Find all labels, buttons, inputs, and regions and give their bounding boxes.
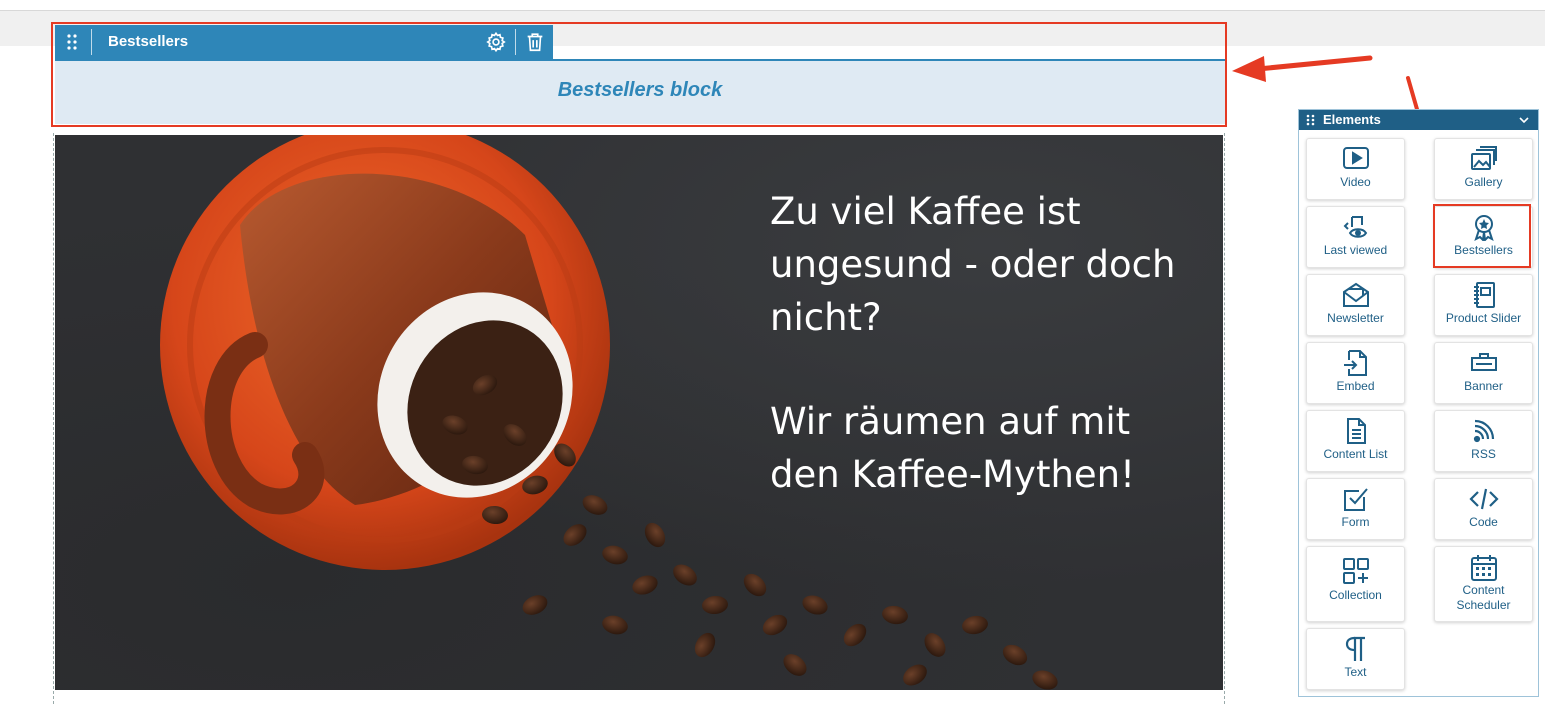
block-title: Bestsellers	[108, 33, 189, 50]
arrow-to-block-icon	[1232, 55, 1373, 82]
element-label: Embed	[1336, 379, 1375, 393]
rss-icon	[1473, 419, 1494, 443]
hero-image: Zu viel Kaffee ist ungesund - oder doch …	[55, 135, 1223, 690]
collection-icon	[1342, 558, 1369, 584]
element-text[interactable]: Text	[1306, 628, 1405, 690]
envelope-icon	[1342, 282, 1369, 307]
element-label: Banner	[1464, 379, 1503, 393]
element-label: Collection	[1329, 588, 1382, 602]
element-last-viewed[interactable]: Last viewed	[1306, 206, 1405, 268]
elements-panel-header[interactable]: Elements	[1299, 110, 1538, 130]
element-label: Product Slider	[1445, 311, 1522, 325]
last-viewed-icon	[1343, 216, 1367, 238]
paragraph-icon	[1345, 636, 1365, 661]
element-code[interactable]: Code	[1434, 478, 1533, 540]
block-label: Bestsellers block	[557, 79, 723, 101]
element-newsletter[interactable]: Newsletter	[1306, 274, 1405, 336]
chevron-down-icon[interactable]	[1518, 115, 1530, 125]
hero-line-2: Wir räumen auf mit den Kaffee-Mythen!	[770, 400, 1135, 496]
form-check-icon	[1343, 488, 1368, 511]
element-content-list[interactable]: Content List	[1306, 410, 1405, 472]
gear-icon[interactable]	[485, 31, 507, 53]
drag-handle-icon[interactable]	[1306, 114, 1316, 126]
element-label: Code	[1469, 515, 1498, 529]
element-label: Form	[1341, 515, 1370, 529]
element-form[interactable]: Form	[1306, 478, 1405, 540]
content-list-icon	[1346, 418, 1366, 444]
award-icon	[1473, 215, 1494, 241]
element-label: Last viewed	[1323, 243, 1388, 257]
banner-icon	[1470, 353, 1497, 371]
toolbar-divider	[91, 29, 92, 55]
element-label: Gallery	[1464, 175, 1503, 189]
element-banner[interactable]: Banner	[1434, 342, 1533, 404]
element-label: Video	[1340, 175, 1371, 189]
embed-file-icon	[1343, 350, 1367, 376]
elements-panel: Elements Video Gallery Last viewed Bests…	[1298, 109, 1539, 697]
block-toolbar: Bestsellers	[55, 25, 553, 59]
toolbar-divider	[515, 29, 516, 55]
elements-panel-title: Elements	[1323, 112, 1381, 127]
calendar-icon	[1470, 555, 1497, 581]
video-icon	[1342, 147, 1369, 169]
trash-icon[interactable]	[524, 31, 546, 53]
element-rss[interactable]: RSS	[1434, 410, 1533, 472]
element-label: Content Scheduler	[1456, 583, 1511, 612]
element-product-slider[interactable]: Product Slider	[1434, 274, 1533, 336]
drag-handle-icon[interactable]	[63, 34, 81, 50]
hero-headline: Zu viel Kaffee ist ungesund - oder doch …	[770, 185, 1210, 501]
element-bestsellers[interactable]: Bestsellers	[1434, 206, 1533, 268]
code-icon	[1468, 488, 1499, 510]
element-gallery[interactable]: Gallery	[1434, 138, 1533, 200]
element-label: Newsletter	[1327, 311, 1384, 325]
element-label: RSS	[1471, 447, 1496, 461]
element-video[interactable]: Video	[1306, 138, 1405, 200]
element-label: Content List	[1323, 447, 1388, 461]
gallery-icon	[1470, 146, 1497, 170]
bestsellers-block[interactable]: Bestsellers block	[55, 59, 1225, 124]
hero-line-1: Zu viel Kaffee ist ungesund - oder doch …	[770, 190, 1176, 339]
element-embed[interactable]: Embed	[1306, 342, 1405, 404]
element-collection[interactable]: Collection	[1306, 546, 1405, 622]
element-label: Bestsellers	[1454, 243, 1513, 257]
element-label: Text	[1344, 665, 1367, 679]
notebook-icon	[1473, 282, 1495, 308]
element-content-scheduler[interactable]: Content Scheduler	[1434, 546, 1533, 622]
